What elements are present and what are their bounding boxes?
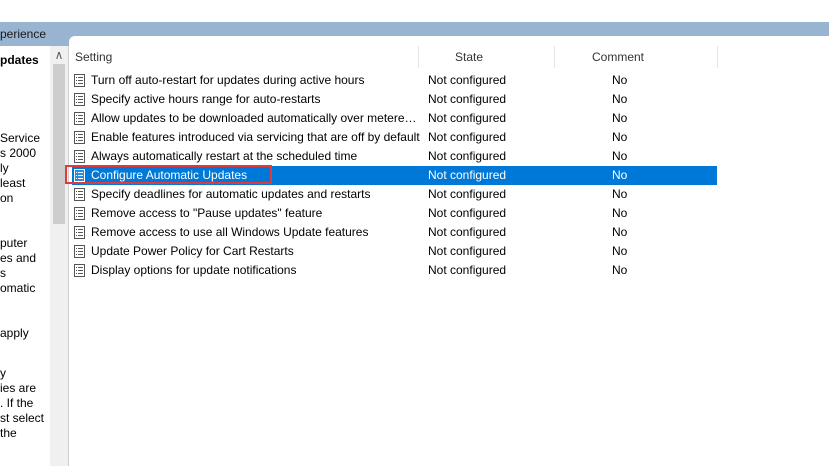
column-divider[interactable] xyxy=(717,46,718,68)
setting-state: Not configured xyxy=(428,111,507,125)
setting-state: Not configured xyxy=(428,206,507,220)
setting-name: Always automatically restart at the sche… xyxy=(91,149,358,163)
policy-setting-icon xyxy=(74,245,85,258)
setting-state: Not configured xyxy=(428,73,507,87)
setting-name: Update Power Policy for Cart Restarts xyxy=(91,244,294,258)
setting-state: Not configured xyxy=(428,130,507,144)
description-line: . If the xyxy=(0,396,34,410)
breadcrumb[interactable]: perience xyxy=(0,27,46,41)
setting-row[interactable]: Always automatically restart at the sche… xyxy=(72,147,717,166)
setting-name: Configure Automatic Updates xyxy=(91,168,248,182)
setting-comment: No xyxy=(612,225,628,239)
description-line: s xyxy=(0,266,6,280)
setting-state: Not configured xyxy=(428,187,507,201)
description-line: s 2000 xyxy=(0,146,37,160)
policy-setting-icon xyxy=(74,93,85,106)
policy-setting-icon xyxy=(74,226,85,239)
setting-comment: No xyxy=(612,244,628,258)
setting-state: Not configured xyxy=(428,244,507,258)
setting-state: Not configured xyxy=(428,92,507,106)
title-strip xyxy=(0,0,829,23)
setting-name: Enable features introduced via servicing… xyxy=(91,130,420,144)
setting-name: Allow updates to be downloaded automatic… xyxy=(91,111,421,125)
setting-row[interactable]: Remove access to use all Windows Update … xyxy=(72,223,717,242)
setting-comment: No xyxy=(612,168,628,182)
policy-setting-icon xyxy=(74,188,85,201)
setting-comment: No xyxy=(612,149,628,163)
setting-state: Not configured xyxy=(428,225,507,239)
description-line: on xyxy=(0,191,14,205)
policy-setting-icon xyxy=(74,264,85,277)
scroll-thumb[interactable] xyxy=(53,64,65,224)
setting-row[interactable]: Remove access to "Pause updates" feature… xyxy=(72,204,717,223)
setting-row[interactable]: Display options for update notifications… xyxy=(72,261,717,280)
description-line: ly xyxy=(0,161,9,175)
description-line: the xyxy=(0,426,17,440)
column-divider[interactable] xyxy=(554,46,555,68)
setting-name: Display options for update notifications xyxy=(91,263,297,277)
column-header-comment[interactable]: Comment xyxy=(592,46,644,68)
description-scrollbar[interactable]: ∧ xyxy=(50,46,69,466)
setting-name: Specify deadlines for automatic updates … xyxy=(91,187,371,201)
setting-comment: No xyxy=(612,206,628,220)
setting-name: Remove access to use all Windows Update … xyxy=(91,225,369,239)
description-line: omatic xyxy=(0,281,36,295)
setting-name: Remove access to "Pause updates" feature xyxy=(91,206,323,220)
policy-setting-icon xyxy=(74,150,85,163)
settings-list: Setting State Comment Turn off auto-rest… xyxy=(69,36,829,466)
description-line: Service xyxy=(0,131,41,145)
policy-setting-icon xyxy=(74,131,85,144)
description-line: y xyxy=(0,366,6,380)
setting-comment: No xyxy=(612,187,628,201)
setting-name: Specify active hours range for auto-rest… xyxy=(91,92,321,106)
description-line: ies are xyxy=(0,381,37,395)
setting-row[interactable]: Specify deadlines for automatic updates … xyxy=(72,185,717,204)
setting-row[interactable]: Allow updates to be downloaded automatic… xyxy=(72,109,717,128)
setting-state: Not configured xyxy=(428,149,507,163)
setting-comment: No xyxy=(612,111,628,125)
setting-comment: No xyxy=(612,263,628,277)
setting-row[interactable]: Specify active hours range for auto-rest… xyxy=(72,90,717,109)
description-pane: pdates Service s 2000 ly least on puter es and… xyxy=(0,46,50,466)
description-line: es and xyxy=(0,251,37,265)
policy-setting-icon xyxy=(74,112,85,125)
description-line: least xyxy=(0,176,26,190)
description-line: apply xyxy=(0,326,29,340)
column-header-state[interactable]: State xyxy=(455,46,483,68)
setting-row[interactable]: Turn off auto-restart for updates during… xyxy=(72,71,717,90)
column-divider[interactable] xyxy=(418,46,419,68)
scroll-up-arrow-icon[interactable]: ∧ xyxy=(50,46,68,64)
description-line: puter xyxy=(0,236,28,250)
setting-state: Not configured xyxy=(428,263,507,277)
setting-name: Turn off auto-restart for updates during… xyxy=(91,73,365,87)
setting-row[interactable]: Update Power Policy for Cart Restarts Not… xyxy=(72,242,717,261)
description-line: st select xyxy=(0,411,45,425)
setting-state: Not configured xyxy=(428,168,507,182)
setting-comment: No xyxy=(612,130,628,144)
setting-row[interactable]: Enable features introduced via servicing… xyxy=(72,128,717,147)
column-header-setting[interactable]: Setting xyxy=(75,46,112,68)
policy-setting-icon xyxy=(74,169,85,182)
policy-setting-icon xyxy=(74,74,85,87)
description-title: pdates xyxy=(0,53,39,67)
policy-setting-icon xyxy=(74,207,85,220)
setting-comment: No xyxy=(612,92,628,106)
setting-row[interactable]: Configure Automatic Updates Not configure… xyxy=(72,166,717,185)
setting-comment: No xyxy=(612,73,628,87)
